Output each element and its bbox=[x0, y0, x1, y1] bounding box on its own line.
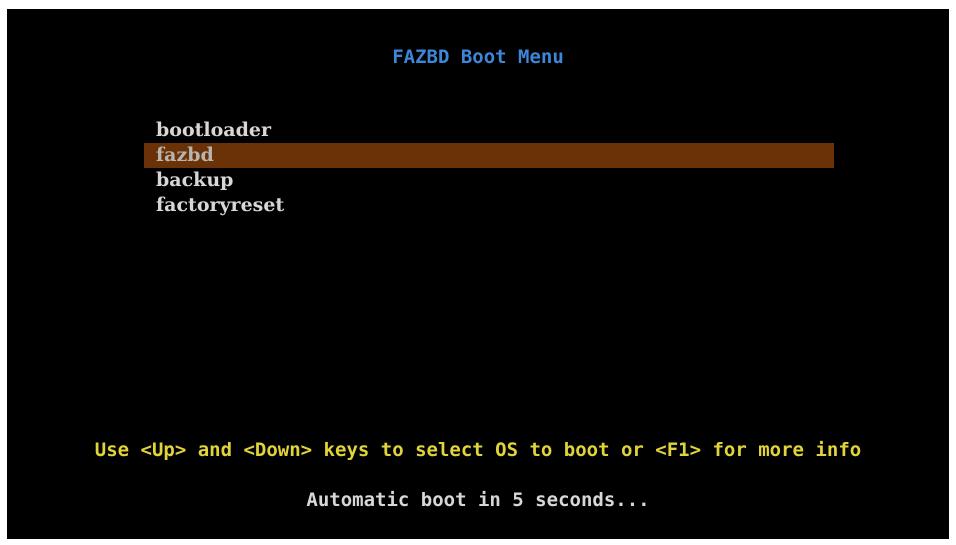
auto-boot-countdown: Automatic boot in 5 seconds... bbox=[306, 489, 650, 511]
boot-menu-title: FAZBD Boot Menu bbox=[392, 46, 564, 68]
help-instructions: Use <Up> and <Down> keys to select OS to… bbox=[94, 439, 862, 461]
boot-menu-item-factoryreset[interactable]: factoryreset bbox=[144, 193, 834, 218]
boot-menu-item-backup[interactable]: backup bbox=[144, 168, 834, 193]
boot-menu-item-bootloader[interactable]: bootloader bbox=[144, 118, 834, 143]
boot-menu-item-fazbd[interactable]: fazbd bbox=[144, 143, 834, 168]
boot-menu-list: bootloader fazbd backup factoryreset bbox=[144, 118, 834, 218]
boot-screen: FAZBD Boot Menu bootloader fazbd backup … bbox=[7, 9, 949, 539]
